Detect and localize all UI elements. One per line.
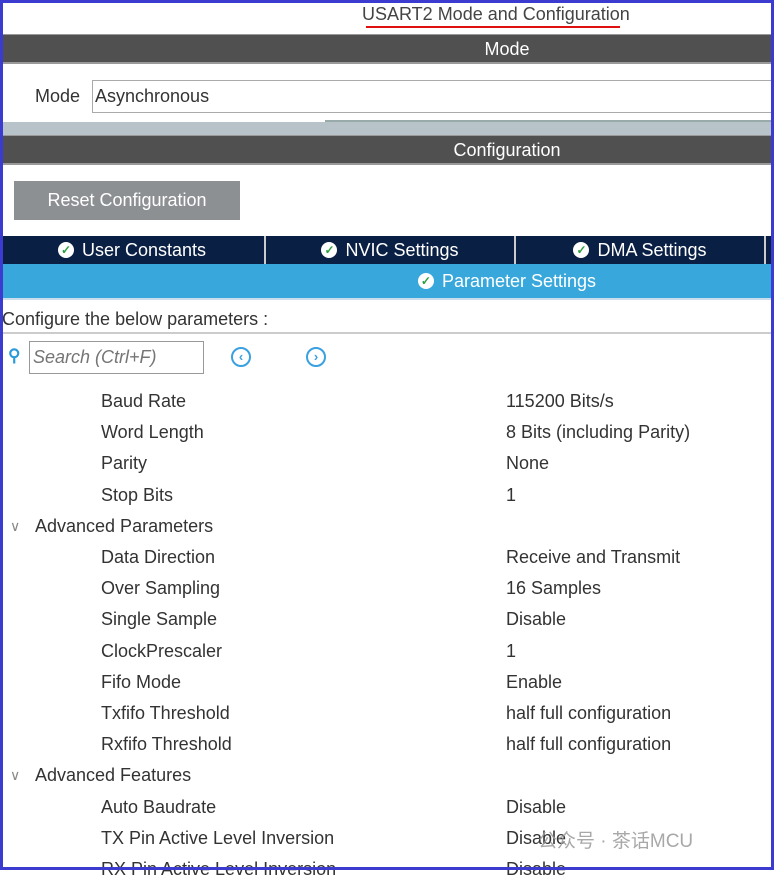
parameter-row[interactable]: Fifo Mode Enable bbox=[0, 667, 774, 698]
chevron-down-icon[interactable]: ∨ bbox=[10, 511, 20, 542]
parameter-name: Fifo Mode bbox=[101, 671, 182, 692]
parameter-name: Over Sampling bbox=[101, 578, 221, 599]
parameter-name: Data Direction bbox=[101, 547, 216, 567]
parameter-row[interactable]: Baud Rate 115200 Bits/s bbox=[0, 386, 774, 417]
configure-hint: Configure the below parameters : bbox=[2, 304, 774, 334]
parameter-value[interactable]: Disable bbox=[506, 604, 566, 635]
parameter-name: Parity bbox=[101, 453, 148, 474]
mode-label: Mode bbox=[35, 86, 81, 106]
group-label: Advanced Parameters bbox=[35, 515, 214, 536]
previous-icon[interactable]: ‹ bbox=[231, 347, 251, 367]
parameter-name: ClockPrescaler bbox=[101, 640, 223, 661]
configuration-section-header: Configuration bbox=[0, 135, 774, 165]
parameter-row[interactable]: Single Sample Disable bbox=[0, 604, 774, 635]
parameter-value[interactable]: 8 Bits (including Parity) bbox=[506, 417, 690, 448]
parameter-name: Auto Baudrate bbox=[101, 796, 217, 817]
parameter-value[interactable]: half full configuration bbox=[506, 698, 671, 729]
check-icon: ✓ bbox=[417, 273, 434, 289]
tab-parameter-settings[interactable]: ✓ Parameter Settings bbox=[0, 264, 774, 300]
panel-title: USART2 Mode and Configuration bbox=[362, 4, 630, 24]
group-label: Advanced Features bbox=[35, 765, 192, 786]
parameter-value[interactable]: 1 bbox=[506, 636, 516, 667]
mode-section-header: Mode bbox=[0, 34, 774, 64]
tab-label: NVIC Settings bbox=[345, 239, 459, 260]
parameter-value[interactable]: Disable bbox=[506, 792, 566, 823]
parameter-value[interactable]: 1 bbox=[506, 480, 516, 511]
title-underline bbox=[366, 26, 620, 28]
parameter-row[interactable]: Over Sampling 16 Samples bbox=[0, 573, 774, 604]
tab-label: User Constants bbox=[81, 239, 207, 260]
parameter-row[interactable]: Data Direction Receive and Transmit bbox=[0, 542, 774, 573]
tab-label: Parameter Settings bbox=[441, 270, 597, 291]
parameter-name: Txfifo Threshold bbox=[101, 703, 230, 723]
parameter-value[interactable]: half full configuration bbox=[506, 729, 671, 760]
parameter-value[interactable]: 16 Samples bbox=[506, 573, 601, 604]
splitter-line bbox=[325, 120, 774, 122]
check-icon: ✓ bbox=[321, 242, 338, 258]
tab-bar: ✓ User Constants ✓ NVIC Settings ✓ DMA Sett… bbox=[0, 236, 774, 264]
parameter-row[interactable]: Auto Baudrate Disable bbox=[0, 792, 774, 823]
parameter-value[interactable]: Enable bbox=[506, 667, 562, 698]
parameter-row[interactable]: Txfifo Threshold half full configuration bbox=[0, 698, 774, 729]
parameter-name: Stop Bits bbox=[101, 484, 174, 505]
search-icon: ⚲ bbox=[8, 346, 21, 365]
parameter-name: Single Sample bbox=[101, 609, 218, 630]
parameter-row[interactable]: ClockPrescaler 1 bbox=[0, 636, 774, 667]
parameter-group[interactable]: ∨ Advanced Features bbox=[0, 760, 774, 791]
parameter-row[interactable]: Rxfifo Threshold half full configuration bbox=[0, 729, 774, 760]
check-icon: ✓ bbox=[57, 242, 74, 258]
parameter-row[interactable]: Word Length 8 Bits (including Parity) bbox=[0, 417, 774, 448]
parameter-group[interactable]: ∨ Advanced Parameters bbox=[0, 511, 774, 542]
splitter[interactable] bbox=[0, 122, 774, 135]
reset-configuration-button[interactable]: Reset Configuration bbox=[14, 181, 240, 220]
search-input[interactable] bbox=[29, 341, 204, 374]
mode-select[interactable]: Asynchronous bbox=[92, 80, 774, 113]
parameter-row[interactable]: Parity None bbox=[0, 448, 774, 479]
parameter-value[interactable]: None bbox=[506, 448, 549, 479]
check-icon: ✓ bbox=[573, 242, 590, 258]
parameter-value[interactable]: Receive and Transmit bbox=[506, 542, 680, 573]
next-icon[interactable]: › bbox=[306, 347, 326, 367]
parameter-value[interactable]: 115200 Bits/s bbox=[506, 386, 614, 417]
parameter-name: Baud Rate bbox=[101, 391, 187, 411]
watermark: 公众号 · 茶话MCU bbox=[538, 831, 694, 852]
tab-nvic-settings[interactable]: ✓ NVIC Settings bbox=[266, 236, 516, 264]
tab-user-constants[interactable]: ✓ User Constants bbox=[0, 236, 266, 264]
chevron-down-icon[interactable]: ∨ bbox=[10, 760, 20, 791]
parameter-row[interactable]: Stop Bits 1 bbox=[0, 480, 774, 511]
parameter-name: Rxfifo Threshold bbox=[101, 734, 232, 755]
tab-label: DMA Settings bbox=[597, 239, 707, 260]
tab-dma-settings[interactable]: ✓ DMA Settings bbox=[516, 236, 766, 264]
parameter-name: TX Pin Active Level Inversion bbox=[101, 827, 335, 848]
parameter-name: Word Length bbox=[101, 422, 204, 443]
